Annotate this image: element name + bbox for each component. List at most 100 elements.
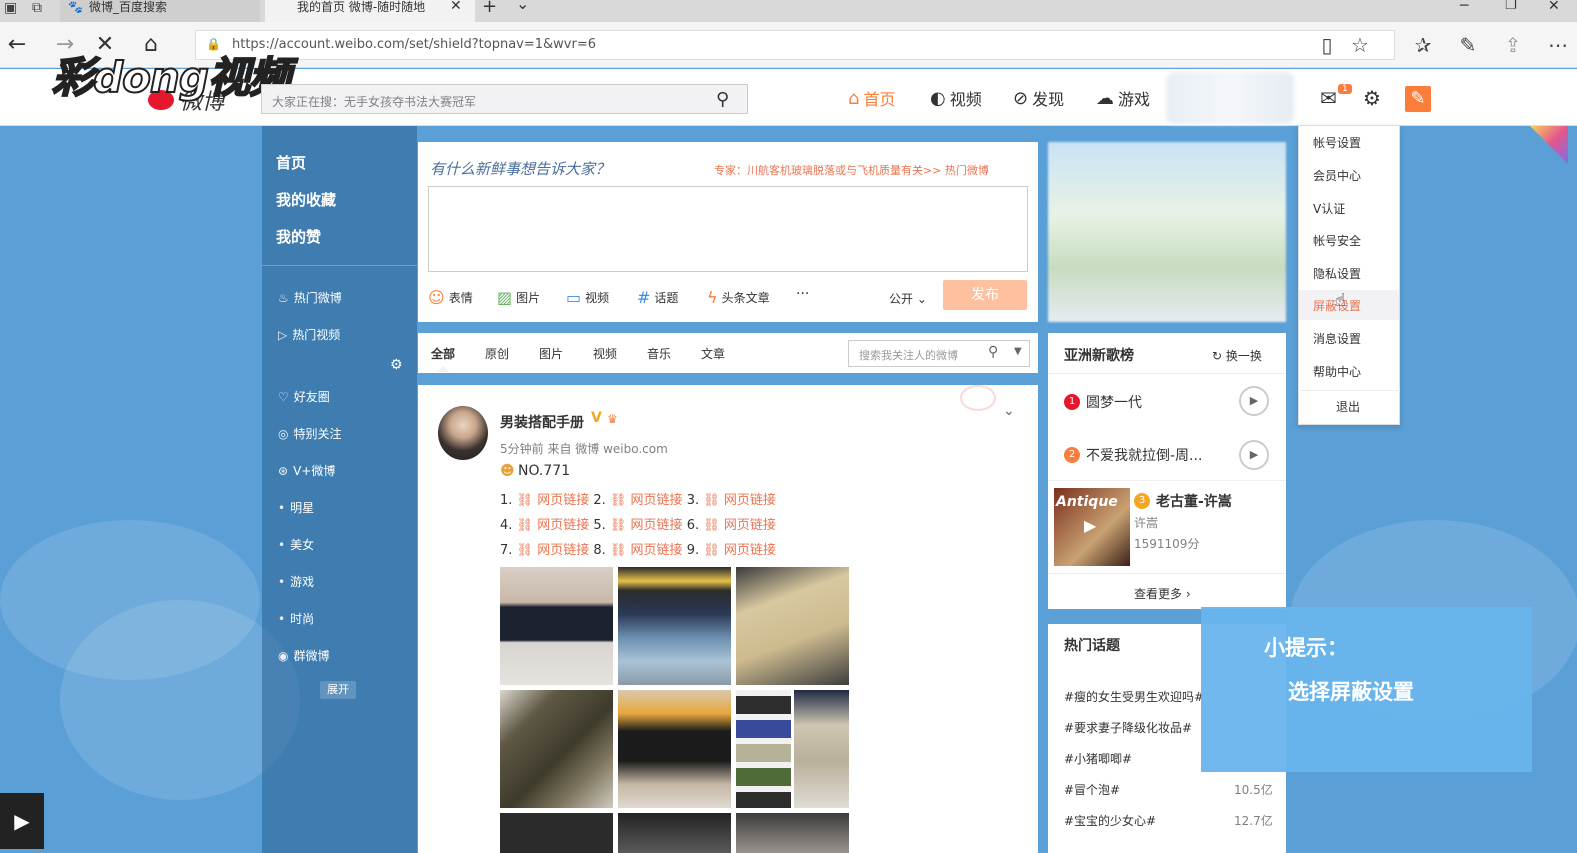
image-tool[interactable]: ▨ 图片	[497, 288, 540, 307]
menu-item-account-settings[interactable]: 帐号设置	[1313, 134, 1361, 151]
tab-set-aside-icon[interactable]: ⧉	[32, 0, 42, 16]
tab-videos[interactable]: 视频	[593, 345, 617, 362]
song-item[interactable]: 3 老古董-许嵩	[1134, 491, 1232, 511]
hot-topic-item[interactable]: #冒个泡#	[1064, 781, 1120, 798]
more-tools-icon[interactable]: ···	[796, 286, 809, 302]
caret-down-icon[interactable]: ▼	[1014, 346, 1022, 357]
more-menu-icon[interactable]: ⋯	[1545, 33, 1571, 57]
search-icon[interactable]: ⚲	[988, 344, 998, 360]
url-input[interactable]: https://account.weibo.com/set/shield?top…	[195, 30, 1395, 60]
tab-close-icon[interactable]: ✕	[450, 0, 462, 14]
tab-list-icon[interactable]: ⌄	[516, 0, 529, 13]
topnav-game[interactable]: ☁ 游戏	[1096, 86, 1150, 110]
post-photo[interactable]	[618, 813, 731, 853]
post-menu-chevron-icon[interactable]: ⌄	[1003, 403, 1015, 419]
play-icon[interactable]: ▶	[1239, 386, 1269, 416]
article-tool[interactable]: ϟ 头条文章	[707, 288, 770, 307]
message-icon[interactable]: ✉	[1320, 86, 1337, 110]
post-photo[interactable]	[794, 690, 849, 808]
sidebar-item-likes[interactable]: 我的赞	[276, 226, 321, 247]
publish-button[interactable]: 发布	[943, 280, 1027, 310]
web-link[interactable]: 网页链接	[631, 493, 683, 508]
sidebar-item-hot-video[interactable]: ▷ 热门视频	[278, 326, 340, 343]
song-item[interactable]: 2 不爱我就拉倒-周...	[1064, 445, 1202, 465]
visibility-dropdown[interactable]: 公开 ⌄	[889, 290, 927, 307]
video-player-play-icon[interactable]: ▶	[0, 793, 44, 849]
reading-view-icon[interactable]: ▯	[1314, 33, 1340, 57]
avatar[interactable]	[438, 406, 488, 460]
see-more-link[interactable]: 查看更多 ›	[1134, 585, 1191, 602]
topnav-discover[interactable]: ⊘ 发现	[1013, 86, 1064, 110]
sidebar-item-vplus[interactable]: ⊛ V+微博	[278, 462, 335, 479]
menu-item-help[interactable]: 帮助中心	[1313, 363, 1361, 380]
post-photo[interactable]	[736, 813, 849, 853]
hot-topic-item[interactable]: #宝宝的少女心#	[1064, 812, 1156, 829]
song-item[interactable]: 1 圆梦一代	[1064, 392, 1142, 412]
hot-topic-item[interactable]: #瘦的女生受男生欢迎吗#	[1064, 688, 1204, 705]
post-photo[interactable]	[736, 567, 849, 685]
post-photo[interactable]	[500, 813, 613, 853]
following-search-input[interactable]: 搜索我关注人的微博	[848, 340, 1030, 367]
new-tab-icon[interactable]: +	[482, 0, 497, 17]
post-photo[interactable]	[500, 690, 613, 808]
post-photo[interactable]	[500, 567, 613, 685]
tab-all[interactable]: 全部	[431, 345, 455, 362]
web-link[interactable]: 网页链接	[631, 543, 683, 558]
minimize-icon[interactable]: ─	[1460, 0, 1468, 14]
sidebar-item-home[interactable]: 首页	[276, 152, 306, 173]
tab-music[interactable]: 音乐	[647, 345, 671, 362]
video-tool[interactable]: ▭ 视频	[566, 288, 609, 307]
composer-hot-link[interactable]: 专家：川航客机玻璃脱落或与飞机质量有关>> 热门微博	[714, 162, 989, 178]
sidebar-item-friends[interactable]: ♡ 好友圈	[278, 388, 330, 405]
sidebar-item-group[interactable]: ◉ 群微博	[278, 647, 330, 664]
window-close-icon[interactable]: ✕	[1548, 0, 1560, 14]
sidebar-item-beauty[interactable]: • 美女	[278, 536, 314, 553]
refresh-button[interactable]: ↻ 换一换	[1212, 347, 1262, 364]
topnav-video[interactable]: ◐ 视频	[930, 86, 982, 110]
hot-topic-item[interactable]: #要求妻子降级化妆品#	[1064, 719, 1192, 736]
browser-tab-weibo[interactable]: 我的首页 微博-随时随地	[265, 0, 475, 22]
web-link[interactable]: 网页链接	[537, 493, 589, 508]
menu-item-logout[interactable]: 退出	[1336, 398, 1360, 415]
tab-original[interactable]: 原创	[485, 345, 509, 362]
menu-item-message-settings[interactable]: 消息设置	[1313, 330, 1361, 347]
post-photo[interactable]	[618, 690, 731, 808]
user-profile-blurred[interactable]	[1166, 72, 1294, 124]
web-link[interactable]: 网页链接	[724, 493, 776, 508]
sidebar-expand-button[interactable]: 展开	[320, 681, 356, 699]
topic-tool[interactable]: # 话题	[637, 288, 678, 307]
sidebar-item-game[interactable]: • 游戏	[278, 573, 314, 590]
weibo-search-input[interactable]: 大家正在搜：无手女孩夺书法大赛冠军	[261, 84, 748, 114]
emoji-tool[interactable]: ☺ 表情	[428, 288, 473, 307]
album-play-icon[interactable]: ▶	[1084, 516, 1096, 535]
profile-card-blurred[interactable]	[1048, 142, 1286, 322]
post-photo[interactable]	[736, 690, 791, 808]
pen-icon[interactable]: ✎	[1455, 33, 1481, 57]
browser-tab-baidu[interactable]: 🐾 微博_百度搜索	[60, 0, 260, 22]
hot-topic-item[interactable]: #小猪唧唧#	[1064, 750, 1132, 767]
back-icon[interactable]: ←	[4, 32, 30, 58]
play-icon[interactable]: ▶	[1239, 440, 1269, 470]
topnav-home[interactable]: ⌂ 首页	[848, 86, 895, 110]
menu-item-privacy[interactable]: 隐私设置	[1313, 265, 1361, 282]
maximize-icon[interactable]: ❐	[1505, 0, 1517, 13]
sidebar-item-star[interactable]: • 明星	[278, 499, 314, 516]
web-link[interactable]: 网页链接	[724, 543, 776, 558]
tab-actions-icon[interactable]: ▣	[4, 0, 17, 16]
sidebar-item-hot-weibo[interactable]: ♨ 热门微博	[278, 289, 342, 306]
composer-textarea[interactable]	[428, 186, 1028, 272]
web-link[interactable]: 网页链接	[724, 518, 776, 533]
post-author[interactable]: 男装搭配手册	[500, 412, 584, 432]
menu-item-membership[interactable]: 会员中心	[1313, 167, 1361, 184]
tab-pictures[interactable]: 图片	[539, 345, 563, 362]
compose-icon[interactable]: ✎	[1405, 86, 1431, 112]
search-icon[interactable]: ⚲	[716, 89, 729, 110]
sidebar-settings-icon[interactable]: ⚙	[390, 357, 403, 373]
sidebar-item-favorites[interactable]: 我的收藏	[276, 189, 336, 210]
tab-articles[interactable]: 文章	[701, 345, 725, 362]
sidebar-item-fashion[interactable]: • 时尚	[278, 610, 314, 627]
post-photo[interactable]	[618, 567, 731, 685]
menu-item-account-security[interactable]: 帐号安全	[1313, 232, 1361, 249]
share-icon[interactable]: ⇪	[1500, 33, 1526, 57]
web-link[interactable]: 网页链接	[537, 518, 589, 533]
